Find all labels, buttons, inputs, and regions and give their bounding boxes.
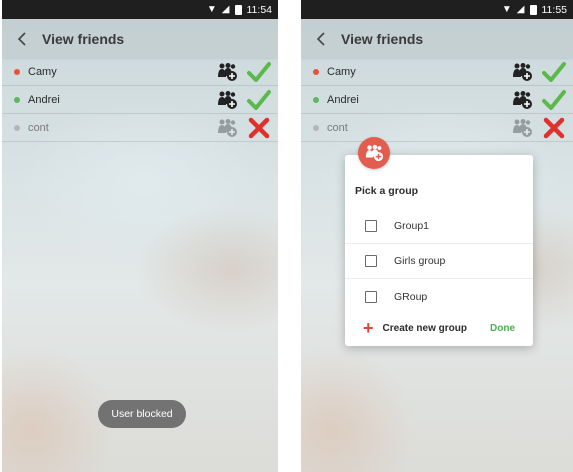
battery-icon xyxy=(529,4,537,15)
page-title: View friends xyxy=(341,30,424,47)
group-checkbox[interactable] xyxy=(365,290,377,303)
dialog-title: Pick a group xyxy=(355,185,419,197)
friend-row-cont[interactable]: cont xyxy=(301,114,573,142)
accept-check-icon[interactable] xyxy=(541,59,567,85)
group-label: Girls group xyxy=(394,255,446,267)
group-list: Group1 Girls group GRoup xyxy=(345,209,533,314)
done-button[interactable]: Done xyxy=(490,323,515,334)
group-option[interactable]: Group1 xyxy=(345,209,533,244)
friend-name: cont xyxy=(327,121,348,134)
group-add-icon[interactable] xyxy=(214,59,240,85)
status-time: 11:54 xyxy=(246,3,273,16)
accept-check-icon[interactable] xyxy=(246,59,272,85)
friend-name: Camy xyxy=(28,65,57,78)
group-label: Group1 xyxy=(394,220,430,232)
plus-icon[interactable]: + xyxy=(363,319,374,337)
screen-pick-group: ▼ ◢ 11:55 View friends Camy Andrei cont … xyxy=(301,0,573,472)
friend-name: Camy xyxy=(327,65,356,78)
group-checkbox[interactable] xyxy=(365,255,377,267)
online-status-dot xyxy=(313,96,319,103)
group-add-icon-disabled[interactable] xyxy=(509,115,535,141)
friend-name: Andrei xyxy=(28,93,60,106)
group-add-icon[interactable] xyxy=(509,87,535,113)
group-add-icon[interactable] xyxy=(509,59,535,85)
reject-x-icon[interactable] xyxy=(541,115,567,141)
back-arrow-icon[interactable] xyxy=(311,28,333,50)
group-add-icon-disabled[interactable] xyxy=(214,115,240,141)
status-bar: ▼ ◢ 11:55 xyxy=(301,0,573,19)
signal-icon: ◢ xyxy=(516,3,525,15)
status-time: 11:55 xyxy=(541,3,568,16)
group-label: GRoup xyxy=(394,290,428,303)
online-status-dot xyxy=(313,68,319,75)
online-status-dot xyxy=(14,68,20,75)
toast-message: User blocked xyxy=(98,400,186,428)
offline-status-dot xyxy=(313,124,319,131)
group-add-icon[interactable] xyxy=(214,87,240,113)
friend-row-andrei[interactable]: Andrei xyxy=(301,86,573,114)
signal-icon: ◢ xyxy=(221,3,230,15)
reject-x-icon[interactable] xyxy=(246,115,272,141)
screen-view-friends: ▼ ◢ 11:54 View friends Camy Andrei cont … xyxy=(2,0,278,472)
online-status-dot xyxy=(14,96,20,103)
app-bar: View friends xyxy=(2,19,278,58)
wifi-icon: ▼ xyxy=(206,3,217,15)
create-new-group-button[interactable]: Create new group xyxy=(383,323,490,334)
page-title: View friends xyxy=(42,30,125,47)
friend-name: Andrei xyxy=(327,93,359,106)
friend-row-camy[interactable]: Camy xyxy=(2,58,278,86)
group-checkbox[interactable] xyxy=(365,220,377,232)
accept-check-icon[interactable] xyxy=(246,87,272,113)
dialog-footer: + Create new group Done xyxy=(363,318,515,338)
group-option[interactable]: Girls group xyxy=(345,244,533,279)
group-add-badge-icon xyxy=(358,137,390,169)
status-bar: ▼ ◢ 11:54 xyxy=(2,0,278,19)
wifi-icon: ▼ xyxy=(501,3,512,15)
friend-row-andrei[interactable]: Andrei xyxy=(2,86,278,114)
friend-row-camy[interactable]: Camy xyxy=(301,58,573,86)
group-option[interactable]: GRoup xyxy=(345,279,533,314)
offline-status-dot xyxy=(14,124,20,131)
friend-name: cont xyxy=(28,121,49,134)
app-bar: View friends xyxy=(301,19,573,58)
battery-icon xyxy=(234,4,242,15)
accept-check-icon[interactable] xyxy=(541,87,567,113)
pick-group-dialog: Pick a group Group1 Girls group GRoup + … xyxy=(345,137,533,346)
friend-row-cont[interactable]: cont xyxy=(2,114,278,142)
back-arrow-icon[interactable] xyxy=(12,28,34,50)
